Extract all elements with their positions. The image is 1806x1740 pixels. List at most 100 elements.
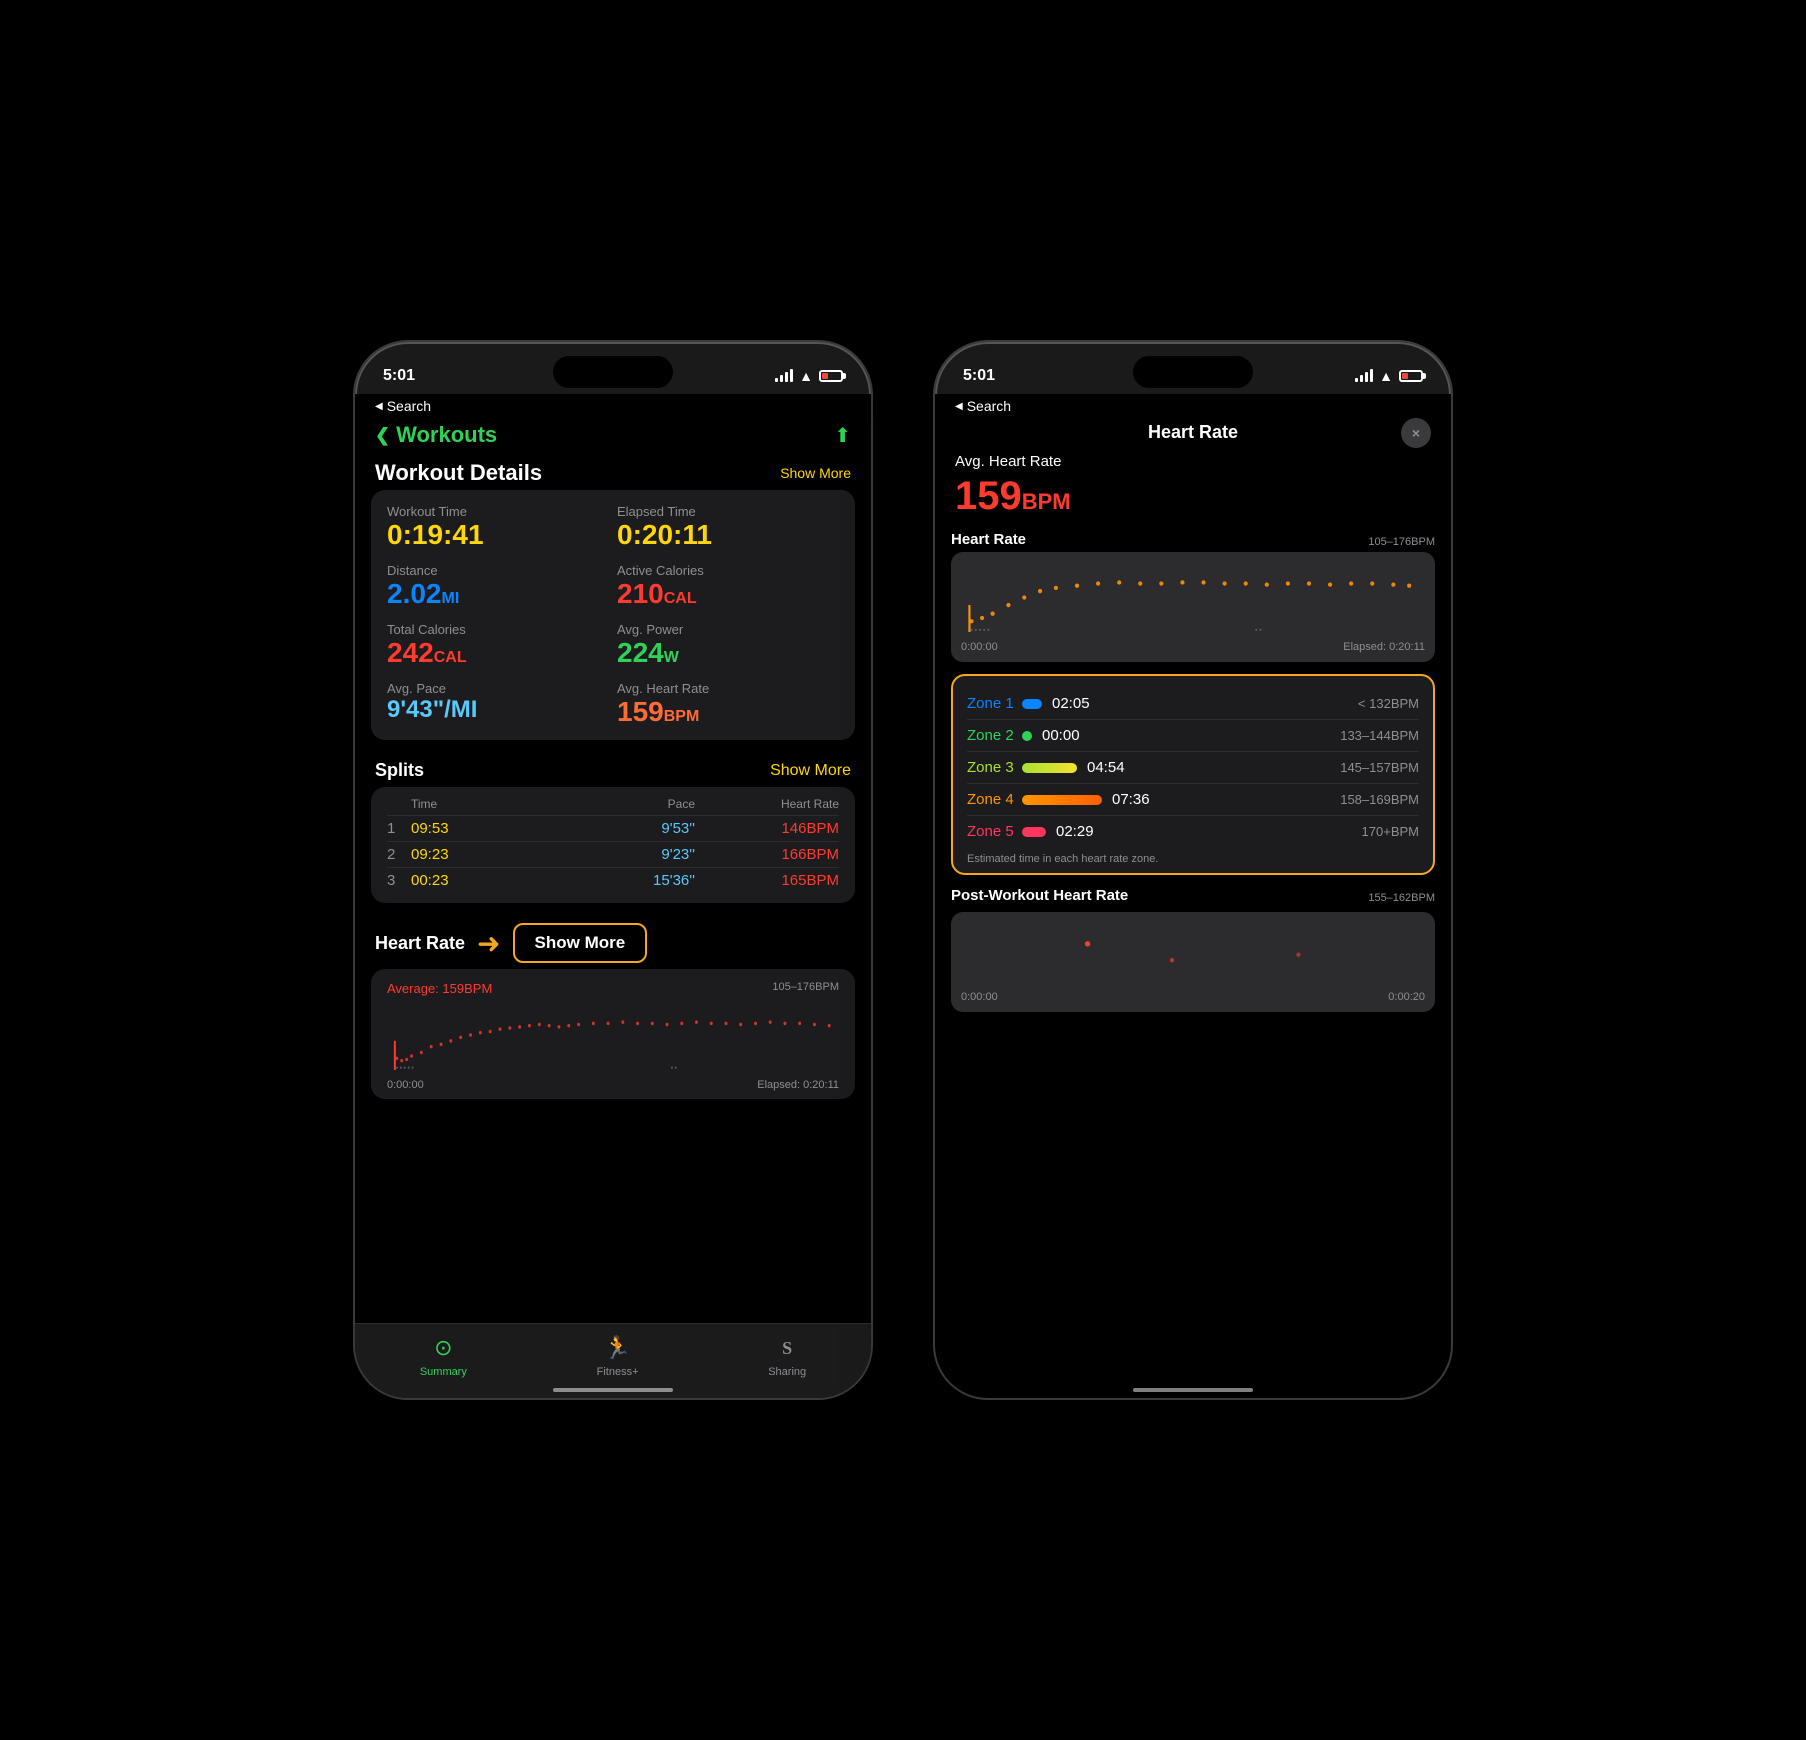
splits-show-more[interactable]: Show More <box>770 762 851 780</box>
splits-hr-1: 146BPM <box>699 820 839 837</box>
stat-label-distance: Distance <box>387 563 609 578</box>
workout-details-header: Workout Details Show More <box>355 458 871 490</box>
zone-4-indicator <box>1022 795 1102 805</box>
post-workout-time-end: 0:00:20 <box>1388 991 1425 1003</box>
tab-fitness-plus-label: Fitness+ <box>597 1366 639 1378</box>
close-button[interactable]: × <box>1401 418 1431 448</box>
modal-title: Heart Rate <box>1148 422 1238 443</box>
page-header-1: Workouts ⬆ <box>355 414 871 458</box>
stat-value-total-cal: 242CAL <box>387 639 609 667</box>
stat-label-avg-hr: Avg. Heart Rate <box>617 681 839 696</box>
stat-value-avg-hr: 159BPM <box>617 698 839 726</box>
stat-value-elapsed-time: 0:20:11 <box>617 521 839 549</box>
post-workout-title: Post-Workout Heart Rate <box>951 887 1128 904</box>
avg-hr-label: Avg. Heart Rate <box>935 453 1451 470</box>
splits-num-2: 2 <box>387 846 407 863</box>
zone-3-label: Zone 3 <box>967 759 1022 776</box>
stat-value-avg-pace: 9'43"/MI <box>387 698 609 722</box>
splits-time-2: 09:23 <box>411 846 551 863</box>
splits-time-1: 09:53 <box>411 820 551 837</box>
hr-chart-time-start: 0:00:00 <box>961 641 998 653</box>
zones-footnote: Estimated time in each heart rate zone. <box>967 853 1419 865</box>
back-search-link-2[interactable]: Search <box>955 398 1011 414</box>
phones-container: 5:01 ▲ Search Worko <box>313 300 1493 1440</box>
chart-avg-label: Average: 159BPM <box>387 981 839 996</box>
stat-avg-pace: Avg. Pace 9'43"/MI <box>387 681 609 726</box>
hr-chart-time-end: Elapsed: 0:20:11 <box>1343 641 1425 653</box>
stat-value-distance: 2.02MI <box>387 580 609 608</box>
battery-icon-1 <box>819 370 843 382</box>
post-workout-time-start: 0:00:00 <box>961 991 998 1003</box>
splits-num-3: 3 <box>387 872 407 889</box>
zone-row-4: Zone 4 07:36 158–169BPM <box>967 784 1419 816</box>
splits-row-2: 2 09:23 9'23'' 166BPM <box>387 841 839 867</box>
share-button[interactable]: ⬆ <box>834 423 851 448</box>
summary-icon: ⊙ <box>429 1334 457 1362</box>
phone-2: 5:01 ▲ Search Heart <box>933 340 1453 1400</box>
zone-3-time: 04:54 <box>1087 759 1132 776</box>
avg-hr-unit: BPM <box>1022 489 1071 514</box>
zone-1-indicator <box>1022 699 1042 709</box>
splits-col-hr-header: Heart Rate <box>699 797 839 811</box>
zone-4-label: Zone 4 <box>967 791 1022 808</box>
status-time-1: 5:01 <box>383 367 415 385</box>
avg-hr-number: 159 <box>955 474 1022 518</box>
fitness-plus-icon: 🏃 <box>604 1334 632 1362</box>
post-workout-range: 155–162BPM <box>1368 892 1435 904</box>
wifi-icon-1: ▲ <box>799 368 813 384</box>
splits-card: Time Pace Heart Rate 1 09:53 9'53'' 146B… <box>371 787 855 903</box>
stat-total-cal: Total Calories 242CAL <box>387 622 609 667</box>
workout-details-show-more[interactable]: Show More <box>780 465 851 481</box>
stats-grid: Workout Time 0:19:41 Elapsed Time 0:20:1… <box>387 504 839 726</box>
tab-sharing[interactable]: S Sharing <box>768 1334 806 1378</box>
heart-rate-show-more-btn[interactable]: Show More <box>513 923 648 963</box>
zone-5-label: Zone 5 <box>967 823 1022 840</box>
chart-time-end: Elapsed: 0:20:11 <box>757 1079 839 1091</box>
screen-1: Search Workouts ⬆ Workout Details Show M… <box>355 394 871 1398</box>
zone-4-range: 158–169BPM <box>1340 792 1419 807</box>
home-indicator-2 <box>1133 1388 1253 1392</box>
heart-rate-chart-svg <box>387 1000 839 1070</box>
stat-label-active-cal: Active Calories <box>617 563 839 578</box>
screen-2: Search Heart Rate × Avg. Heart Rate 159B… <box>935 394 1451 1398</box>
hr-chart-svg-2 <box>961 562 1425 632</box>
workouts-back-btn[interactable]: Workouts <box>375 422 497 448</box>
splits-col-time-header: Time <box>411 797 551 811</box>
modal-title-row: Heart Rate × <box>935 414 1451 453</box>
zone-4-time: 07:36 <box>1112 791 1157 808</box>
hr-chart-time-row: 0:00:00 Elapsed: 0:20:11 <box>961 641 1425 653</box>
splits-col-pace-header: Pace <box>555 797 695 811</box>
zone-1-range: < 132BPM <box>1358 696 1419 711</box>
chart-time-row: 0:00:00 Elapsed: 0:20:11 <box>387 1079 839 1091</box>
zone-row-2: Zone 2 00:00 133–144BPM <box>967 720 1419 752</box>
chart-time-start: 0:00:00 <box>387 1079 424 1091</box>
zone-row-5: Zone 5 02:29 170+BPM <box>967 816 1419 847</box>
dynamic-island-1 <box>553 356 673 388</box>
zone-5-time: 02:29 <box>1056 823 1101 840</box>
heart-rate-chart-card: Average: 159BPM 105–176BPM <box>371 969 855 1099</box>
nav-bar-2: Search <box>935 394 1451 414</box>
tab-summary[interactable]: ⊙ Summary <box>420 1334 467 1378</box>
sharing-icon: S <box>773 1334 801 1362</box>
hr-chart-range: 105–176BPM <box>1368 536 1435 548</box>
dynamic-island-2 <box>1133 356 1253 388</box>
wifi-icon-2: ▲ <box>1379 368 1393 384</box>
stat-label-elapsed-time: Elapsed Time <box>617 504 839 519</box>
stat-elapsed-time: Elapsed Time 0:20:11 <box>617 504 839 549</box>
tab-summary-label: Summary <box>420 1366 467 1378</box>
splits-row-1: 1 09:53 9'53'' 146BPM <box>387 815 839 841</box>
splits-hr-3: 165BPM <box>699 872 839 889</box>
tab-fitness-plus[interactable]: 🏃 Fitness+ <box>597 1334 639 1378</box>
zone-2-label: Zone 2 <box>967 727 1022 744</box>
back-search-link-1[interactable]: Search <box>375 398 431 414</box>
splits-pace-3: 15'36'' <box>555 872 695 889</box>
post-workout-chart: 0:00:00 0:00:20 <box>951 912 1435 1012</box>
stat-value-active-cal: 210CAL <box>617 580 839 608</box>
splits-time-3: 00:23 <box>411 872 551 889</box>
zone-row-1: Zone 1 02:05 < 132BPM <box>967 688 1419 720</box>
heart-rate-title: Heart Rate <box>375 933 465 954</box>
stat-avg-power: Avg. Power 224W <box>617 622 839 667</box>
battery-icon-2 <box>1399 370 1423 382</box>
chart-range: 105–176BPM <box>772 981 839 993</box>
splits-pace-1: 9'53'' <box>555 820 695 837</box>
